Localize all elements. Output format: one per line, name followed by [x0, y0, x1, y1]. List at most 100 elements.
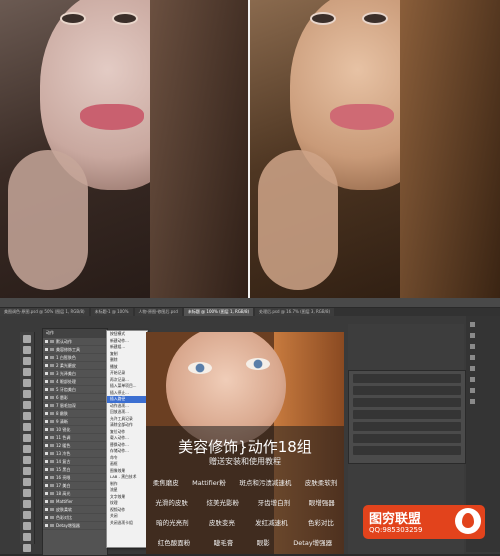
gradient-icon[interactable] [23, 456, 31, 464]
lasso-tool-icon[interactable] [23, 357, 31, 365]
action-item[interactable]: Mattifier [43, 498, 107, 506]
lips [330, 104, 394, 130]
brush-tool-icon[interactable] [23, 412, 31, 420]
action-checkbox[interactable] [45, 340, 48, 343]
folder-icon [50, 404, 54, 407]
healing-brush-icon[interactable] [23, 401, 31, 409]
action-item[interactable]: 7 眉毛加深 [43, 402, 107, 410]
action-item[interactable]: 11 色调 [43, 434, 107, 442]
action-item[interactable]: 15 黑白 [43, 466, 107, 474]
clone-stamp-icon[interactable] [23, 423, 31, 431]
document-tab[interactable]: 未标题-1 @ 100% [90, 308, 133, 316]
magic-wand-icon[interactable] [23, 368, 31, 376]
action-checkbox[interactable] [45, 492, 48, 495]
document-tab[interactable]: 美图调色-原图.psd @ 50% (图层 1, RGB/8) [0, 308, 89, 316]
action-item[interactable]: 14 复古 [43, 458, 107, 466]
action-item[interactable]: 皮肤柔软 [43, 506, 107, 514]
action-item[interactable]: 5 牙齿美白 [43, 386, 107, 394]
action-checkbox[interactable] [45, 516, 48, 519]
action-checkbox[interactable] [45, 444, 48, 447]
action-item[interactable]: 12 暖色 [43, 442, 107, 450]
eyedropper-icon[interactable] [23, 390, 31, 398]
type-tool-icon[interactable] [23, 500, 31, 508]
action-checkbox[interactable] [45, 524, 48, 527]
promo-subtitle: 赠送安装和使用教程 [209, 457, 281, 466]
action-checkbox[interactable] [45, 428, 48, 431]
action-label: 14 复古 [56, 458, 71, 464]
action-checkbox[interactable] [45, 468, 48, 471]
action-item[interactable]: 13 冷色 [43, 450, 107, 458]
pen-tool-icon[interactable] [23, 489, 31, 497]
shape-tool-icon[interactable] [23, 522, 31, 530]
folder-icon [50, 356, 54, 359]
channels-icon[interactable] [470, 355, 475, 360]
action-checkbox[interactable] [45, 364, 48, 367]
hand-tool-icon[interactable] [23, 533, 31, 541]
action-checkbox[interactable] [45, 372, 48, 375]
action-checkbox[interactable] [45, 460, 48, 463]
action-label: 18 高光 [56, 490, 71, 496]
font-family-field[interactable] [353, 374, 461, 383]
action-item[interactable]: 10 锐化 [43, 426, 107, 434]
action-item[interactable]: 18 高光 [43, 490, 107, 498]
move-tool-icon[interactable] [23, 335, 31, 343]
action-item[interactable]: 8 嫩肤 [43, 410, 107, 418]
action-item[interactable]: 17 美白 [43, 482, 107, 490]
document-tab[interactable]: 人物-原图-修图后.psd [134, 308, 182, 316]
action-checkbox[interactable] [45, 484, 48, 487]
paths-icon[interactable] [470, 366, 475, 371]
action-item[interactable]: 2 柔光磨皮 [43, 362, 107, 370]
styles-icon[interactable] [470, 388, 475, 393]
hand [8, 150, 88, 290]
eraser-icon[interactable] [23, 445, 31, 453]
blur-tool-icon[interactable] [23, 467, 31, 475]
action-checkbox[interactable] [45, 500, 48, 503]
action-item[interactable]: 16 亮眼 [43, 474, 107, 482]
action-checkbox[interactable] [45, 508, 48, 511]
history-brush-icon[interactable] [23, 434, 31, 442]
document-tab[interactable]: 处理后.psd @ 16.7% (图层 3, RGB/8) [255, 308, 335, 316]
path-select-icon[interactable] [23, 511, 31, 519]
action-checkbox[interactable] [45, 452, 48, 455]
zoom-tool-icon[interactable] [23, 544, 31, 552]
action-checkbox[interactable] [45, 404, 48, 407]
action-checkbox[interactable] [45, 348, 48, 351]
document-canvas[interactable]: 美容修饰}动作18组 赠送安装和使用教程 柔焦磨皮 Mattifier粉 斑点和污渍… [146, 332, 344, 554]
action-item[interactable]: Detay增强器 [43, 522, 107, 530]
menu-item[interactable]: 关闭选项卡组 [107, 520, 147, 527]
action-checkbox[interactable] [45, 476, 48, 479]
color-field[interactable] [353, 434, 461, 443]
action-checkbox[interactable] [45, 436, 48, 439]
action-checkbox[interactable] [45, 396, 48, 399]
action-item[interactable]: 4 眼部处理 [43, 378, 107, 386]
action-checkbox[interactable] [45, 388, 48, 391]
action-item[interactable]: 色彩对比 [43, 514, 107, 522]
document-tab-active[interactable]: 未标题 @ 100% (图层 1, RGB/8) [183, 308, 254, 316]
action-checkbox[interactable] [45, 420, 48, 423]
action-label: Detay增强器 [56, 522, 80, 528]
after-photo [250, 0, 500, 298]
action-label: 17 美白 [56, 482, 71, 488]
action-checkbox[interactable] [45, 412, 48, 415]
action-item[interactable]: 6 唇彩 [43, 394, 107, 402]
tracking-field[interactable] [353, 422, 461, 431]
font-style-field[interactable] [353, 386, 461, 395]
history-icon[interactable] [470, 322, 475, 327]
action-item[interactable]: 默认动作 [43, 338, 107, 346]
action-item[interactable]: 3 光泽美白 [43, 370, 107, 378]
swatches-icon[interactable] [470, 399, 475, 404]
dodge-tool-icon[interactable] [23, 478, 31, 486]
action-item[interactable]: 9 清晰 [43, 418, 107, 426]
properties-icon[interactable] [470, 333, 475, 338]
text-style-buttons[interactable] [353, 446, 461, 455]
font-size-field[interactable] [353, 398, 461, 407]
action-checkbox[interactable] [45, 380, 48, 383]
action-checkbox[interactable] [45, 356, 48, 359]
crop-tool-icon[interactable] [23, 379, 31, 387]
action-item[interactable]: 1 白皙肤色 [43, 354, 107, 362]
marquee-tool-icon[interactable] [23, 346, 31, 354]
leading-field[interactable] [353, 410, 461, 419]
action-item[interactable]: 美容修饰工具 [43, 346, 107, 354]
layers-icon[interactable] [470, 344, 475, 349]
adjustments-icon[interactable] [470, 377, 475, 382]
